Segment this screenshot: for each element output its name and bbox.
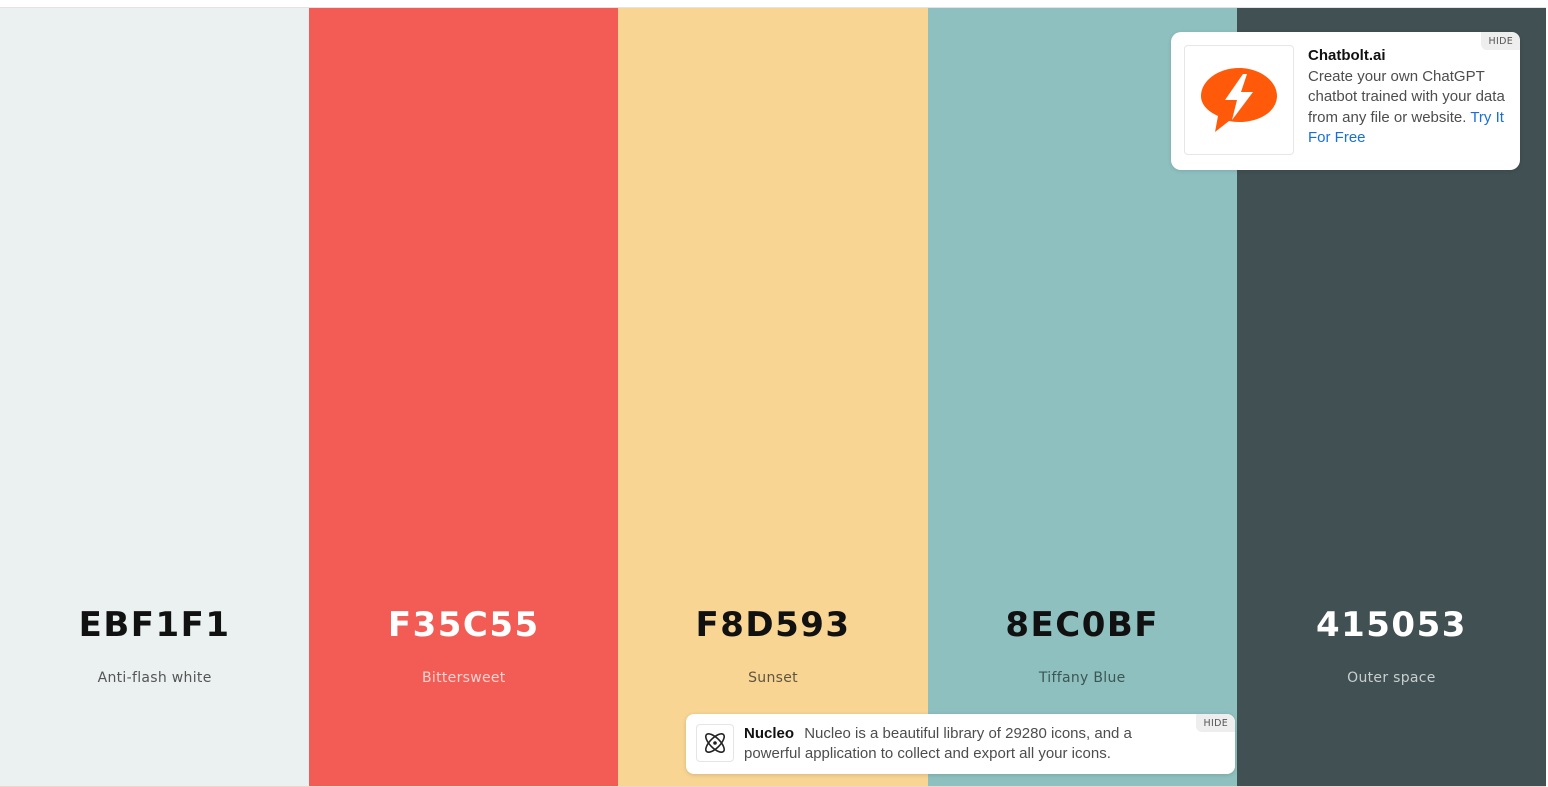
color-swatch-1[interactable]: EBF1F1 Anti-flash white (0, 8, 310, 786)
nucleo-banner[interactable]: Nucleo Nucleo is a beautiful library of … (686, 714, 1235, 774)
swatch-color-name: Sunset (748, 670, 798, 686)
ad-title[interactable]: Chatbolt.ai (1308, 46, 1508, 67)
swatch-color-name: Bittersweet (422, 670, 506, 686)
banner-text: Nucleo Nucleo is a beautiful library of … (744, 724, 1184, 763)
banner-hide-button[interactable]: HIDE (1195, 714, 1235, 732)
ad-text: Chatbolt.ai Create your own ChatGPT chat… (1308, 46, 1508, 149)
color-swatch-3[interactable]: F8D593 Sunset (618, 8, 928, 786)
swatch-color-name: Anti-flash white (97, 670, 212, 686)
chatbolt-lightning-bubble-icon (1201, 68, 1277, 132)
swatch-color-name: Outer space (1347, 670, 1436, 686)
swatch-hex-code[interactable]: 8EC0BF (928, 605, 1237, 645)
swatch-color-name: Tiffany Blue (1038, 670, 1126, 686)
swatch-hex-code[interactable]: 415053 (1237, 605, 1546, 645)
sponsor-ad-card[interactable]: Chatbolt.ai Create your own ChatGPT chat… (1171, 32, 1520, 170)
banner-logo[interactable] (696, 724, 734, 762)
ad-hide-button[interactable]: HIDE (1480, 32, 1520, 50)
swatch-hex-code[interactable]: F8D593 (618, 605, 927, 645)
color-swatch-2[interactable]: F35C55 Bittersweet (309, 8, 619, 786)
banner-title[interactable]: Nucleo (744, 725, 794, 742)
banner-body: Nucleo is a beautiful library of 29280 i… (744, 725, 1132, 762)
ad-logo[interactable] (1184, 45, 1294, 155)
atom-icon (705, 733, 725, 753)
swatch-hex-code[interactable]: F35C55 (309, 605, 618, 645)
swatch-hex-code[interactable]: EBF1F1 (0, 605, 309, 645)
palette-page: EBF1F1 Anti-flash white F35C55 Bitterswe… (0, 0, 1548, 787)
